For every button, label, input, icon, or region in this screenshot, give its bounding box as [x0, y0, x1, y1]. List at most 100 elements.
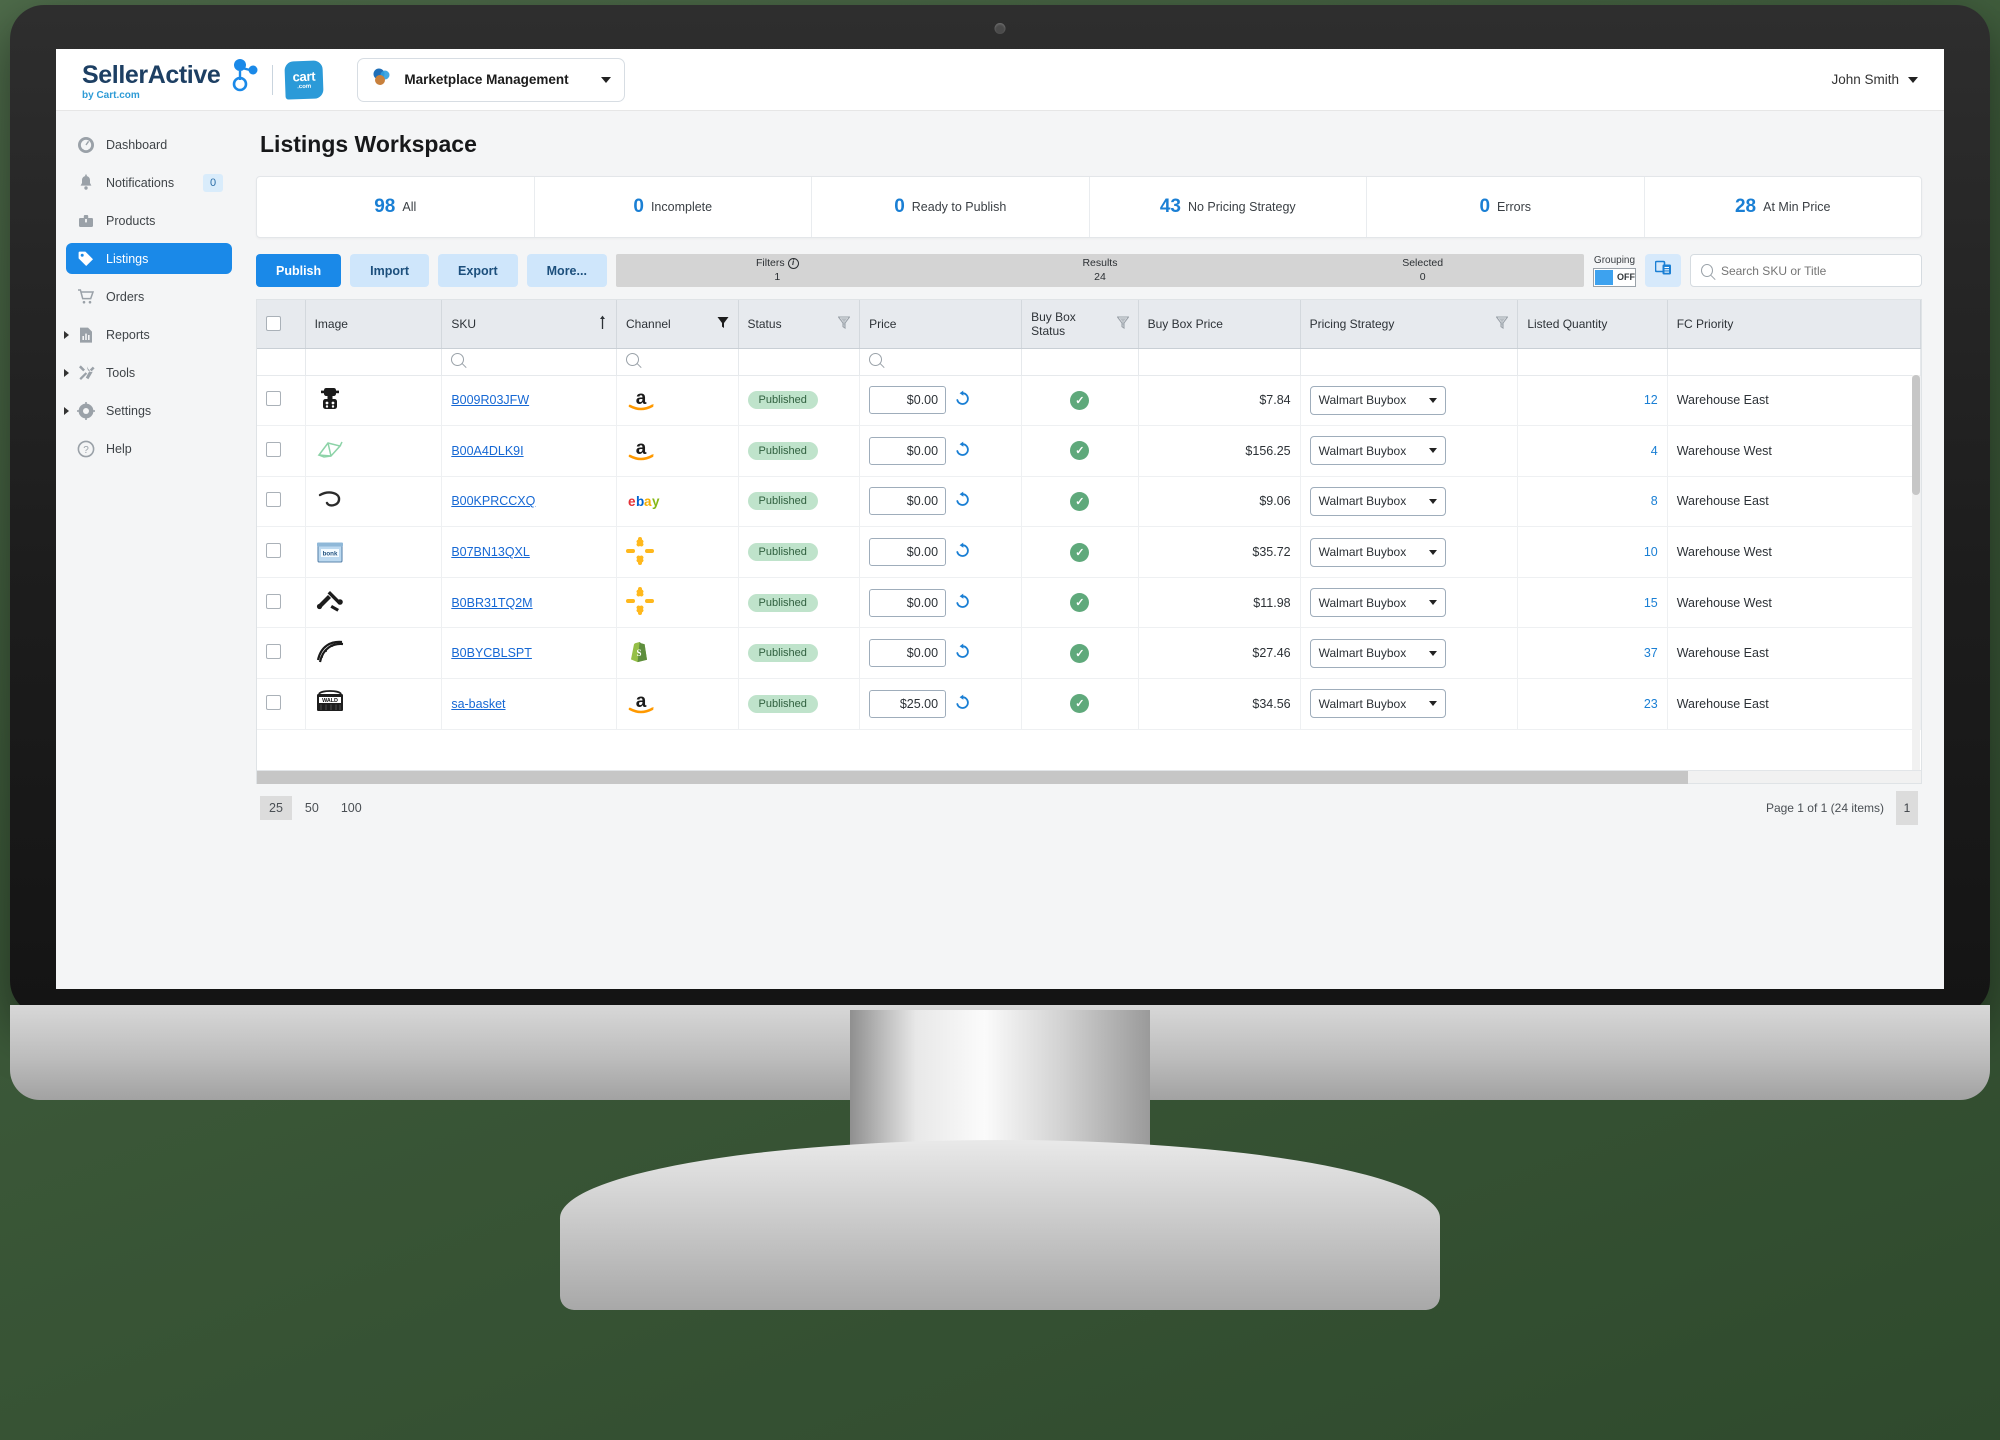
- grouping-toggle[interactable]: OFF: [1593, 267, 1636, 287]
- pricing-strategy-select[interactable]: Walmart Buybox: [1309, 537, 1446, 567]
- pricing-strategy-select[interactable]: Walmart Buybox: [1309, 385, 1446, 415]
- sidebar-item-orders[interactable]: Orders: [66, 281, 232, 312]
- column-header-bb_status[interactable]: Buy Box Status: [1021, 300, 1139, 349]
- workspace-selector[interactable]: Marketplace Management: [357, 57, 626, 102]
- funnel-icon[interactable]: [1495, 316, 1509, 332]
- row-checkbox[interactable]: [266, 391, 281, 407]
- row-price-cell[interactable]: [859, 526, 1023, 578]
- row-checkbox-cell[interactable]: [257, 678, 306, 730]
- row-strategy-cell[interactable]: Walmart Buybox: [1300, 678, 1519, 730]
- row-checkbox-cell[interactable]: [257, 577, 306, 629]
- revert-price-icon[interactable]: [954, 694, 971, 714]
- pricing-strategy-select[interactable]: Walmart Buybox: [1309, 588, 1446, 618]
- revert-price-icon[interactable]: [954, 593, 971, 613]
- kpi-ready-to-publish[interactable]: 0 Ready to Publish: [812, 177, 1090, 237]
- row-checkbox-cell[interactable]: [257, 425, 306, 477]
- sidebar-item-reports[interactable]: Reports: [64, 319, 232, 350]
- horizontal-scrollbar[interactable]: [257, 770, 1921, 784]
- table-row[interactable]: B0BR31TQ2M Published ✓ $11.98 Walmart Buybox…: [257, 577, 1922, 629]
- revert-price-icon[interactable]: [954, 643, 971, 663]
- kpi-incomplete[interactable]: 0 Incomplete: [535, 177, 812, 237]
- row-checkbox[interactable]: [266, 694, 281, 710]
- row-quantity-cell[interactable]: 15: [1517, 577, 1668, 629]
- kpi-at-min-price[interactable]: 28 At Min Price: [1645, 177, 1922, 237]
- column-config-button[interactable]: [1645, 254, 1681, 287]
- table-row[interactable]: B0BYCBLSPT S Published ✓ $27.46 Walmart Buybo…: [257, 627, 1922, 680]
- pricing-strategy-select[interactable]: Walmart Buybox: [1309, 689, 1446, 719]
- select-all-checkbox[interactable]: [266, 316, 281, 332]
- kpi-errors[interactable]: 0 Errors: [1367, 177, 1645, 237]
- column-header-checkbox[interactable]: [257, 300, 306, 349]
- price-input[interactable]: [869, 639, 947, 668]
- user-menu[interactable]: John Smith: [1831, 72, 1918, 87]
- table-row[interactable]: B00KPRCCXQ ebay Published ✓ $9.06 Walmart Buy…: [257, 476, 1922, 528]
- page-size-100[interactable]: 100: [332, 796, 371, 820]
- price-input[interactable]: [869, 386, 947, 415]
- row-quantity-cell[interactable]: 4: [1517, 425, 1668, 477]
- row-price-cell[interactable]: [859, 375, 1023, 427]
- row-strategy-cell[interactable]: Walmart Buybox: [1300, 476, 1519, 528]
- page-size-25[interactable]: 25: [260, 796, 292, 820]
- table-row[interactable]: B00A4DLK9I a Published ✓ $156.25 Walmart Buyb…: [257, 425, 1922, 477]
- pricing-strategy-select[interactable]: Walmart Buybox: [1309, 436, 1446, 466]
- sku-link[interactable]: B009R03JFW: [451, 393, 529, 407]
- more-button[interactable]: More...: [526, 254, 607, 287]
- column-filter-channel[interactable]: [616, 348, 739, 376]
- sku-link[interactable]: B00KPRCCXQ: [451, 494, 535, 508]
- kpi-all[interactable]: 98 All: [257, 177, 535, 237]
- sidebar-item-listings[interactable]: Listings: [66, 243, 232, 274]
- column-header-channel[interactable]: Channel: [616, 300, 739, 349]
- price-input[interactable]: [869, 436, 947, 465]
- sidebar-item-notifications[interactable]: Notifications 0: [66, 167, 232, 198]
- export-button[interactable]: Export: [438, 254, 518, 287]
- row-checkbox-cell[interactable]: [257, 375, 306, 427]
- price-input[interactable]: [869, 588, 947, 617]
- column-header-sku[interactable]: SKU: [441, 300, 618, 349]
- column-filter-price[interactable]: [859, 348, 1023, 376]
- row-checkbox-cell[interactable]: [257, 526, 306, 578]
- row-sku-cell[interactable]: B07BN13QXL: [441, 526, 618, 578]
- row-sku-cell[interactable]: B00KPRCCXQ: [441, 476, 618, 528]
- sort-asc-icon[interactable]: [598, 315, 607, 333]
- row-quantity-cell[interactable]: 8: [1517, 476, 1668, 528]
- column-header-bb_price[interactable]: Buy Box Price: [1138, 300, 1301, 349]
- funnel-icon[interactable]: [717, 316, 729, 332]
- pricing-strategy-select[interactable]: Walmart Buybox: [1309, 638, 1446, 668]
- row-sku-cell[interactable]: B00A4DLK9I: [441, 425, 618, 477]
- row-checkbox[interactable]: [266, 644, 281, 660]
- page-size-50[interactable]: 50: [296, 796, 328, 820]
- filters-summary[interactable]: Filters i 1: [616, 257, 939, 283]
- sku-link[interactable]: B0BYCBLSPT: [451, 646, 532, 660]
- info-icon[interactable]: i: [787, 257, 799, 269]
- vertical-scrollbar[interactable]: [1912, 375, 1920, 775]
- row-quantity-cell[interactable]: 12: [1517, 375, 1668, 427]
- row-quantity-cell[interactable]: 37: [1517, 627, 1668, 680]
- publish-button[interactable]: Publish: [256, 254, 342, 287]
- sidebar-item-settings[interactable]: Settings: [64, 395, 232, 426]
- column-header-fc[interactable]: FC Priority: [1667, 300, 1922, 349]
- column-header-image[interactable]: Image: [305, 300, 443, 349]
- kpi-no-pricing-strategy[interactable]: 43 No Pricing Strategy: [1090, 177, 1367, 237]
- row-strategy-cell[interactable]: Walmart Buybox: [1300, 425, 1519, 477]
- row-checkbox[interactable]: [266, 441, 281, 457]
- chevron-right-icon[interactable]: [64, 406, 69, 415]
- column-header-qty[interactable]: Listed Quantity: [1517, 300, 1668, 349]
- price-input[interactable]: [869, 538, 947, 567]
- current-page-number[interactable]: 1: [1896, 791, 1918, 825]
- table-row[interactable]: B009R03JFW a Published ✓ $7.84 Walmart Buybox…: [257, 375, 1922, 427]
- horizontal-scroll-thumb[interactable]: [257, 771, 1689, 784]
- sidebar-item-help[interactable]: ? Help: [66, 433, 232, 464]
- row-price-cell[interactable]: [859, 627, 1023, 680]
- funnel-icon[interactable]: [837, 316, 851, 332]
- chevron-right-icon[interactable]: [64, 368, 69, 377]
- chevron-right-icon[interactable]: [64, 330, 69, 339]
- row-strategy-cell[interactable]: Walmart Buybox: [1300, 577, 1519, 629]
- table-row[interactable]: bonk B07BN13QXL Published ✓ $35.72 Walmart Bu…: [257, 526, 1922, 578]
- revert-price-icon[interactable]: [954, 390, 971, 410]
- sku-link[interactable]: B00A4DLK9I: [451, 444, 523, 458]
- table-row[interactable]: WALD sa-basket a Published ✓ $34.56 Walmart Bu…: [257, 678, 1922, 730]
- row-checkbox[interactable]: [266, 492, 281, 508]
- search-input[interactable]: [1720, 263, 1911, 278]
- revert-price-icon[interactable]: [954, 491, 971, 511]
- column-filter-sku[interactable]: [441, 348, 618, 376]
